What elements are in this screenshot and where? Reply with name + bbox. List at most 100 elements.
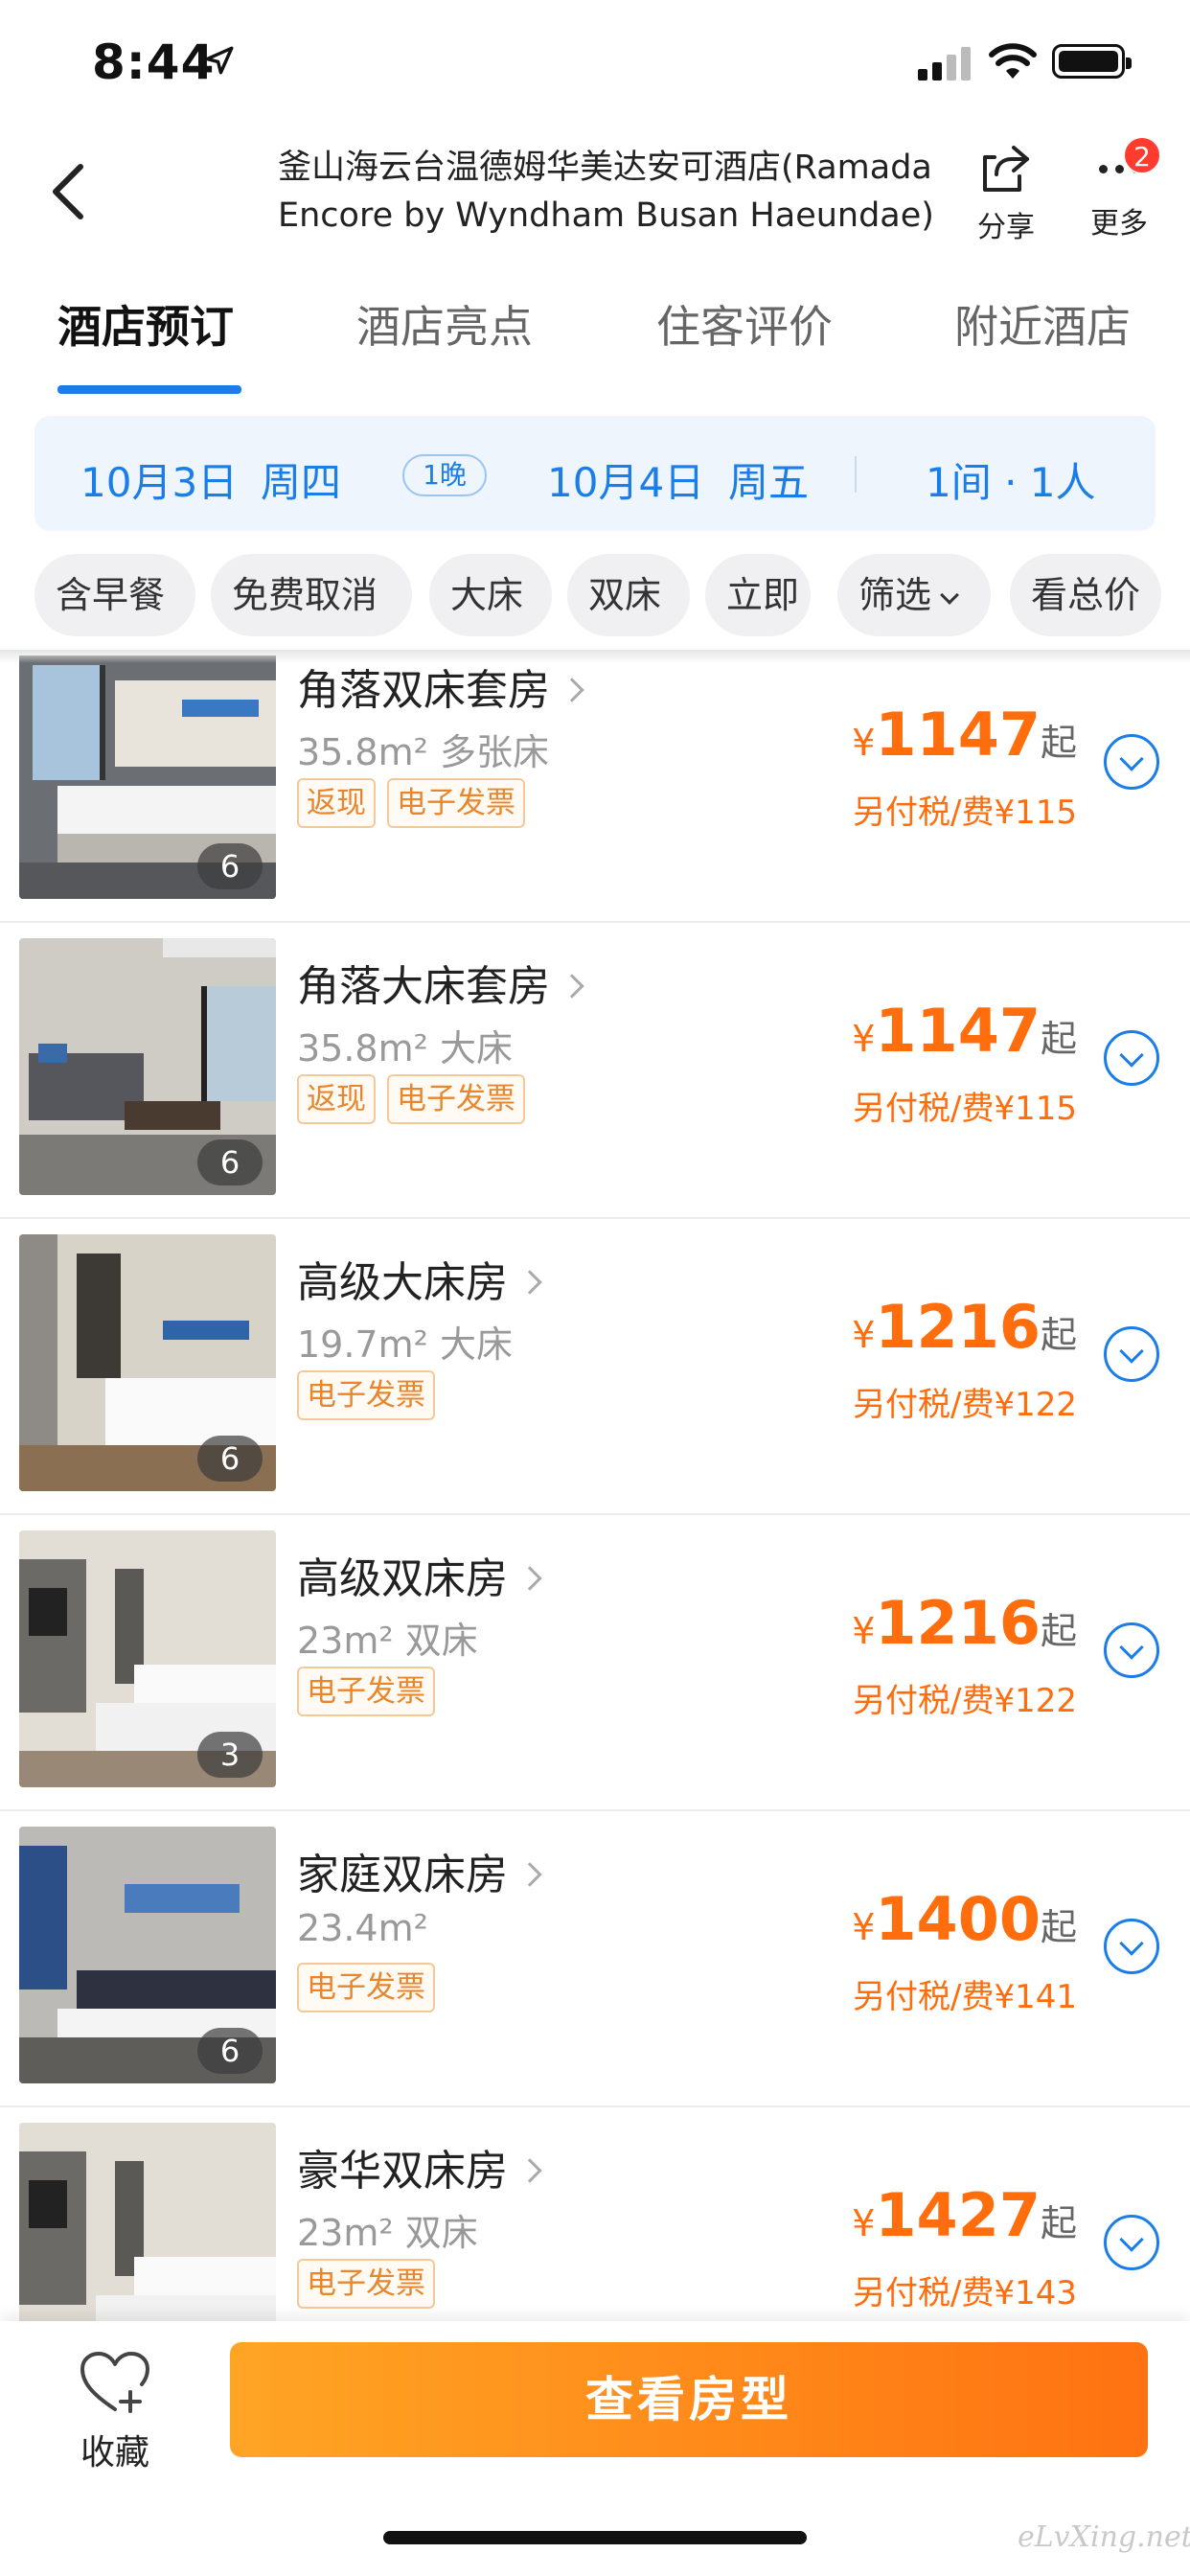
- date-selector[interactable]: 10月3日 周四 1晚 10月4日 周五 1间 · 1人: [34, 416, 1156, 531]
- expand-button[interactable]: [1104, 1919, 1159, 1974]
- battery-icon: [1052, 44, 1132, 79]
- tab-guest-reviews[interactable]: 住客评价: [656, 292, 833, 388]
- chevron-right-icon: [517, 2158, 542, 2183]
- expand-button[interactable]: [1104, 734, 1159, 790]
- price-suffix: 起: [1040, 2202, 1077, 2244]
- tab-hotel-booking[interactable]: 酒店预订: [57, 292, 234, 388]
- checkout-date[interactable]: 10月4日: [547, 450, 704, 509]
- room-name-link[interactable]: 高级大床房: [297, 1248, 542, 1309]
- favorite-label: 收藏: [80, 2433, 149, 2472]
- expand-button[interactable]: [1104, 1622, 1159, 1678]
- price-suffix: 起: [1040, 1018, 1077, 1060]
- room-card[interactable]: 3 高级双床房 23m² 双床 电子发票 ¥1216起 另付税/费¥122: [0, 1515, 1190, 1811]
- filter-instant[interactable]: 立即: [705, 554, 811, 636]
- chevron-down-icon: [1119, 2227, 1144, 2252]
- currency-symbol: ¥: [852, 1610, 876, 1652]
- tax-note: 另付税/费¥115: [853, 1090, 1077, 1128]
- filter-more-button[interactable]: 筛选: [837, 554, 991, 636]
- home-indicator: [383, 2531, 807, 2544]
- room-name-link[interactable]: 角落双床套房: [297, 656, 584, 717]
- room-photo[interactable]: 6: [19, 938, 276, 1195]
- tax-note: 另付税/费¥141: [853, 1978, 1077, 2016]
- list-top-shadow: [0, 650, 1190, 663]
- room-photo[interactable]: 6: [19, 656, 276, 899]
- price-suffix: 起: [1040, 1906, 1077, 1948]
- room-name-link[interactable]: 高级双床房: [297, 1544, 542, 1605]
- expand-button[interactable]: [1104, 1326, 1159, 1382]
- currency-symbol: ¥: [852, 1906, 876, 1948]
- status-bar: 8:44: [0, 0, 1190, 125]
- room-tags: 返现 电子发票: [297, 1074, 525, 1124]
- photo-count: 6: [197, 843, 263, 889]
- tag-e-invoice: 电子发票: [297, 1667, 435, 1716]
- chevron-right-icon: [517, 1566, 542, 1591]
- chevron-right-icon: [560, 678, 584, 702]
- room-area: 23.4m²: [297, 1907, 428, 1949]
- filter-king-bed[interactable]: 大床: [429, 554, 552, 636]
- chevron-down-icon: [1119, 1043, 1144, 1068]
- currency-symbol: ¥: [852, 2202, 876, 2244]
- location-arrow-icon: [205, 46, 234, 75]
- room-photo[interactable]: 6: [19, 1827, 276, 2083]
- tax-note: 另付税/费¥115: [853, 794, 1077, 832]
- room-meta: 35.8m² 多张床: [297, 723, 549, 775]
- share-button[interactable]: 分享: [970, 142, 1042, 247]
- room-name: 豪华双床房: [297, 2147, 508, 2196]
- price-suffix: 起: [1040, 1314, 1077, 1356]
- heart-plus-icon: [80, 2352, 149, 2413]
- room-photo[interactable]: 3: [19, 1530, 276, 1787]
- tag-e-invoice: 电子发票: [387, 1074, 525, 1124]
- room-name-link[interactable]: 家庭双床房: [297, 1840, 542, 1901]
- room-meta: 23m² 双床: [297, 2203, 478, 2256]
- filter-free-cancel[interactable]: 免费取消: [211, 554, 412, 636]
- back-icon[interactable]: [38, 153, 105, 230]
- status-time: 8:44: [92, 34, 216, 90]
- price-suffix: 起: [1040, 1610, 1077, 1652]
- chevron-down-icon: [1119, 1339, 1144, 1364]
- room-name: 高级双床房: [297, 1554, 508, 1603]
- share-label: 分享: [977, 211, 1035, 244]
- room-card[interactable]: 3 豪华双床房 23m² 双床 电子发票 ¥1427起 另付税/费¥143: [0, 2107, 1190, 2321]
- nav-header: 釜山海云台温德姆华美达安可酒店(Ramada Encore by Wyndham…: [0, 125, 1190, 268]
- room-name-link[interactable]: 角落大床套房: [297, 952, 584, 1013]
- cellular-signal-icon: [918, 46, 972, 80]
- divider: [855, 456, 857, 493]
- room-photo[interactable]: 3: [19, 2123, 276, 2321]
- expand-button[interactable]: [1104, 2215, 1159, 2270]
- expand-button[interactable]: [1104, 1030, 1159, 1086]
- guests-selector[interactable]: 1间 · 1人: [926, 450, 1096, 509]
- room-price: ¥1427起: [852, 2180, 1077, 2250]
- filter-breakfast[interactable]: 含早餐: [34, 554, 195, 636]
- room-tags: 返现 电子发票: [297, 778, 525, 828]
- room-name-link[interactable]: 豪华双床房: [297, 2136, 542, 2197]
- watermark: eLvXing.net: [1018, 2520, 1190, 2554]
- filter-twin-bed[interactable]: 双床: [567, 554, 690, 636]
- favorite-button[interactable]: 收藏: [67, 2350, 163, 2474]
- chevron-down-icon: [1119, 1931, 1144, 1956]
- tab-nearby-hotels[interactable]: 附近酒店: [954, 292, 1131, 388]
- active-tab-indicator: [57, 385, 241, 394]
- checkin-date[interactable]: 10月3日: [80, 450, 238, 509]
- more-button[interactable]: 2 更多: [1083, 136, 1161, 247]
- currency-symbol: ¥: [852, 1314, 876, 1356]
- room-price: ¥1216起: [852, 1292, 1077, 1362]
- tag-e-invoice: 电子发票: [387, 778, 525, 828]
- view-rooms-button[interactable]: 查看房型: [230, 2342, 1148, 2457]
- page: { "status_bar": { "time": "8:44" }, "hea…: [0, 0, 1190, 2576]
- room-price: ¥1147起: [852, 700, 1077, 770]
- price-amount: 1216: [875, 1292, 1041, 1362]
- tax-note: 另付税/费¥122: [853, 1682, 1077, 1720]
- tab-hotel-highlights[interactable]: 酒店亮点: [356, 292, 533, 388]
- room-card[interactable]: 6 角落大床套房 35.8m² 大床 返现 电子发票 ¥1147起 另付税/费¥…: [0, 923, 1190, 1219]
- room-tags: 电子发票: [297, 1370, 435, 1420]
- filter-chips: 含早餐 免费取消 大床 双床 立即 筛选 看总价: [0, 554, 1190, 642]
- currency-symbol: ¥: [852, 722, 876, 764]
- photo-count: 3: [197, 1732, 263, 1778]
- room-tags: 电子发票: [297, 2259, 435, 2309]
- room-card[interactable]: 6 高级大床房 19.7m² 大床 电子发票 ¥1216起 另付税/费¥122: [0, 1219, 1190, 1515]
- total-price-toggle[interactable]: 看总价: [1010, 554, 1161, 636]
- room-card[interactable]: 6 角落双床套房 35.8m² 多张床 返现 电子发票 ¥1147起 另付税/费…: [0, 656, 1190, 923]
- room-photo[interactable]: 6: [19, 1234, 276, 1491]
- chevron-right-icon: [517, 1270, 542, 1295]
- room-card[interactable]: 6 家庭双床房 23.4m² 电子发票 ¥1400起 另付税/费¥141: [0, 1811, 1190, 2107]
